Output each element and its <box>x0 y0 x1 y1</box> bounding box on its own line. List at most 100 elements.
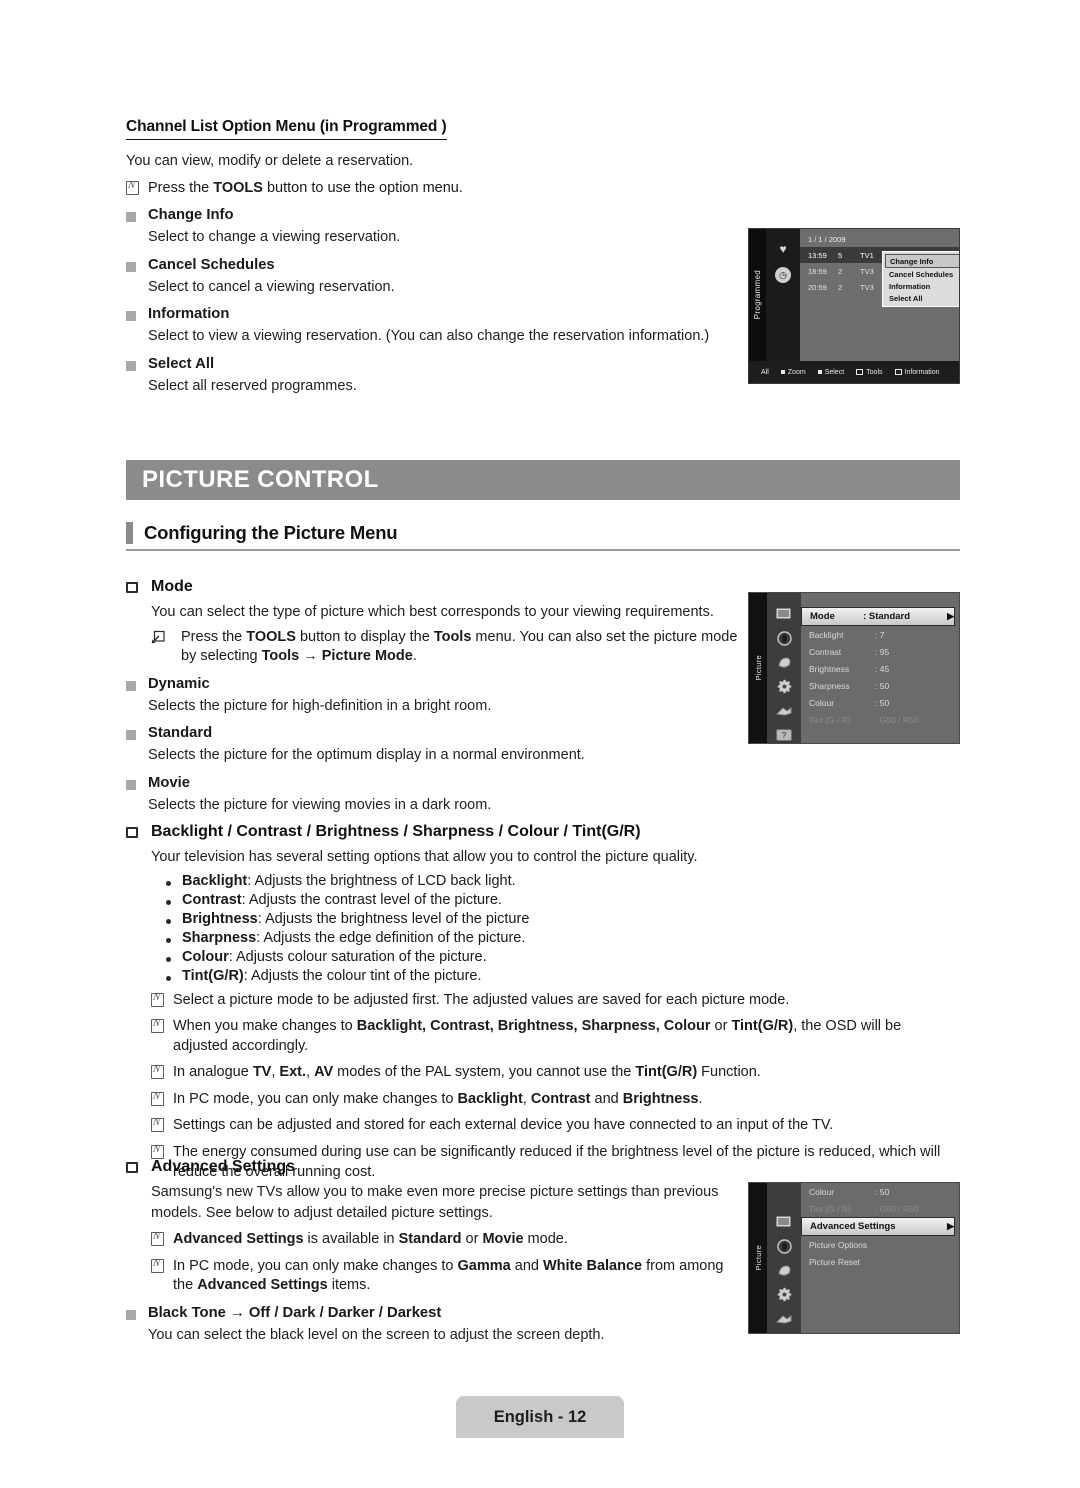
osd-date: 1 / 1 / 2009 <box>808 235 846 244</box>
note-text: Press the TOOLS button to use the option… <box>148 179 463 196</box>
osd-item-label: Tint (G / R) <box>809 714 851 725</box>
context-menu-item-cancel-schedules[interactable]: Cancel Schedules <box>885 268 959 280</box>
list-item: Select All <box>126 356 766 372</box>
osd-item-value: : G50 / R50 <box>875 1203 919 1214</box>
tools-note-text: Press the TOOLS button to display the To… <box>181 628 738 665</box>
bullet-term: Colour <box>182 948 229 965</box>
backlight-notes: Select a picture mode to be adjusted fir… <box>151 991 960 1183</box>
hollow-square-icon <box>126 1162 138 1173</box>
black-tone-item: Black Tone → Off / Dark / Darker / Darke… <box>126 1305 746 1321</box>
tv-picture-icon <box>775 1215 793 1230</box>
bullet-text: Sharpness: Adjusts the edge definition o… <box>182 930 525 946</box>
osd-item-value: : 7 <box>875 629 885 640</box>
note-row: Settings can be adjusted and stored for … <box>151 1116 960 1136</box>
context-menu-item-select-all[interactable]: Select All <box>885 292 959 304</box>
osd-menu-item-mode[interactable]: Mode : Standard ▶ <box>801 607 955 626</box>
note-icon <box>151 1258 164 1273</box>
bottom-bar-all[interactable]: All <box>761 369 769 376</box>
square-bullet-icon <box>126 730 136 741</box>
network-icon-svg <box>776 706 792 716</box>
osd-menu-item-sharpness[interactable]: Sharpness : 50 <box>801 677 959 694</box>
backlight-heading-row: Backlight / Contrast / Brightness / Shar… <box>126 823 960 841</box>
row-number: 2 <box>838 282 843 292</box>
osd-item-label: Backlight <box>809 629 844 640</box>
heading-rule <box>126 549 960 551</box>
tv-osd-programmed-screenshot: Programmed ♥ ◷ 1 / 1 / 2009 13:59 5 TV1 … <box>748 228 960 384</box>
mode-item-desc: Selects the picture for viewing movies i… <box>148 796 492 813</box>
clock-icon: ◷ <box>775 267 791 283</box>
item-label: Information <box>148 306 230 323</box>
osd-menu-item-colour[interactable]: Colour : 50 <box>801 694 959 711</box>
osd-icon-rail: ♥ ◷ <box>766 229 800 361</box>
bottom-bar-tools-label: Tools <box>866 368 883 376</box>
bottom-bar-information-label: Information <box>904 368 940 376</box>
osd-menu-item-advanced-settings[interactable]: Advanced Settings ▶ <box>801 1217 955 1236</box>
square-bullet-icon <box>126 311 136 322</box>
row-time: 20:59 <box>808 282 827 292</box>
bottom-bar-select[interactable]: Select <box>817 368 845 376</box>
bottom-bar-information[interactable]: Information <box>894 368 940 376</box>
section-lead: You can view, modify or delete a reserva… <box>126 153 414 169</box>
osd-menu-item-colour[interactable]: Colour : 50 <box>801 1183 959 1200</box>
bullet-desc: : Adjusts the contrast level of the pict… <box>241 891 502 908</box>
mode-item: Movie <box>126 775 746 791</box>
osd-menu-item-backlight[interactable]: Backlight : 7 <box>801 626 959 643</box>
svg-text:?: ? <box>782 731 787 740</box>
chapter-title: PICTURE CONTROL <box>142 466 379 493</box>
bullet-item: Tint(G/R): Adjusts the colour tint of th… <box>166 968 960 984</box>
note-icon <box>151 1118 164 1133</box>
mode-item-desc: Selects the picture for high-definition … <box>148 697 492 714</box>
osd-icon-rail: ? <box>767 1183 801 1333</box>
note-icon <box>151 1091 164 1106</box>
backlight-bullets: Backlight: Adjusts the brightness of LCD… <box>166 873 960 984</box>
bullet-term: Contrast <box>182 891 242 908</box>
note-text: When you make changes to Backlight, Cont… <box>173 1018 902 1054</box>
tv-picture-icon-svg <box>775 608 791 619</box>
item-desc: Select to view a viewing reservation. (Y… <box>148 328 710 345</box>
note-row: When you make changes to Backlight, Cont… <box>151 1017 960 1056</box>
osd-menu-item-picture-reset[interactable]: Picture Reset <box>801 1253 959 1270</box>
sound-icon-svg <box>776 631 792 646</box>
context-menu-item-information[interactable]: Information <box>885 280 959 292</box>
square-bullet-icon <box>126 360 136 371</box>
bullet-term: Backlight <box>182 872 248 889</box>
bullet-text: Contrast: Adjusts the contrast level of … <box>182 892 502 908</box>
section-title: Channel List Option Menu (in Programmed … <box>126 118 447 140</box>
osd-menu-item-contrast[interactable]: Contrast : 95 <box>801 643 959 660</box>
mode-section: Mode You can select the type of picture … <box>126 578 746 815</box>
support-icon-svg: ? <box>776 728 792 741</box>
input-icon-svg <box>777 657 791 668</box>
note-icon <box>151 992 164 1007</box>
osd-item-value: : 50 <box>875 680 890 691</box>
osd-item-label: Colour <box>809 1186 835 1197</box>
square-key-icon <box>780 370 785 374</box>
context-menu-item-change-info[interactable]: Change Info <box>885 254 959 268</box>
tv-picture-icon-svg <box>775 1216 791 1227</box>
osd-menu-item-brightness[interactable]: Brightness : 45 <box>801 660 959 677</box>
mode-item: Standard <box>126 725 746 741</box>
item-desc: Select all reserved programmes. <box>148 377 357 394</box>
bullet-desc: : Adjusts the edge definition of the pic… <box>256 929 526 946</box>
backlight-section: Backlight / Contrast / Brightness / Shar… <box>126 823 960 1182</box>
item-label: Select All <box>148 355 215 372</box>
osd-rail-label: Picture <box>749 1183 767 1333</box>
bullet-item: Contrast: Adjusts the contrast level of … <box>166 892 960 908</box>
osd-menu-item-picture-options[interactable]: Picture Options <box>801 1236 959 1253</box>
osd-item-label: Sharpness <box>809 680 850 691</box>
osd-item-value: : Standard <box>863 611 911 622</box>
bullet-item: Brightness: Adjusts the brightness level… <box>166 911 960 927</box>
bullet-text: Tint(G/R): Adjusts the colour tint of th… <box>182 968 482 984</box>
bullet-desc: : Adjusts the colour tint of the picture… <box>243 967 482 984</box>
note-icon <box>126 180 139 195</box>
chevron-right-icon: ▶ <box>947 1221 954 1231</box>
setup-gear-icon-svg <box>777 679 791 694</box>
osd-context-menu[interactable]: Change Info Cancel Schedules Information… <box>882 251 959 307</box>
info-key-icon <box>894 369 902 375</box>
osd-item-label: Mode <box>810 611 835 622</box>
bottom-bar-tools[interactable]: Tools <box>856 368 883 376</box>
osd-item-label: Picture Reset <box>809 1256 861 1267</box>
heading-tick-icon <box>126 522 133 544</box>
osd-item-value: : 95 <box>875 646 890 657</box>
bottom-bar-zoom[interactable]: Zoom <box>780 369 806 376</box>
bottom-bar-select-label: Select <box>824 368 845 376</box>
